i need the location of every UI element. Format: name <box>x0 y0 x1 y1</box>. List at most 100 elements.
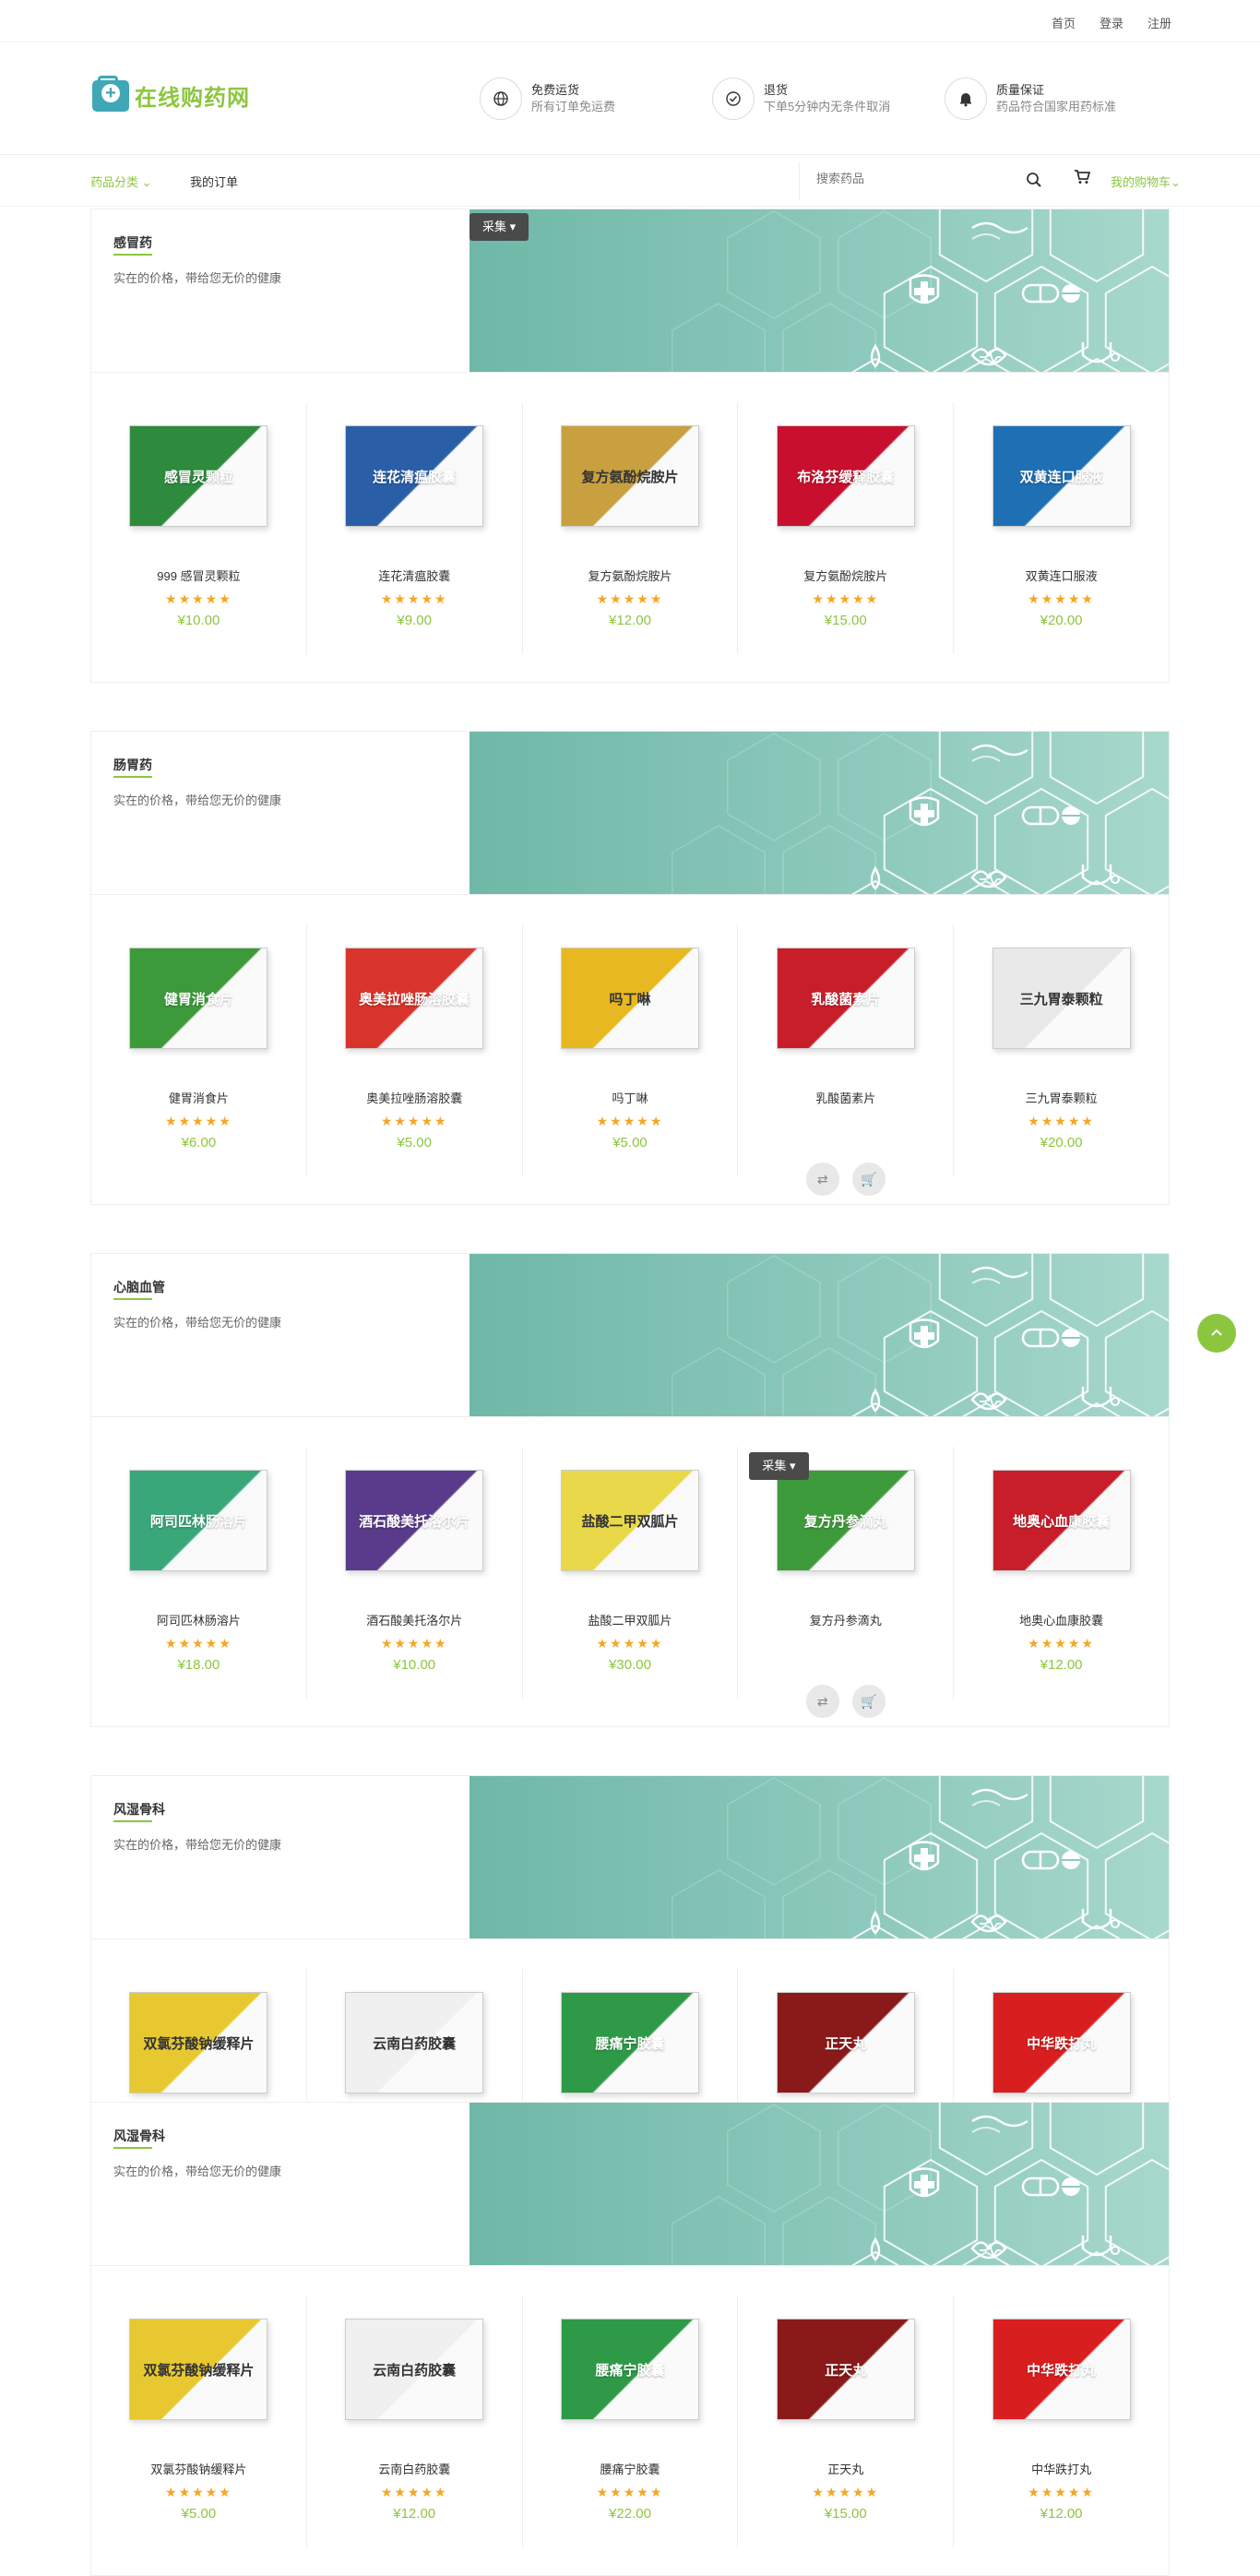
product-image[interactable]: 阿司匹林肠溶片 <box>120 1447 277 1594</box>
product-card[interactable]: 三九胃泰颗粒 三九胃泰颗粒 ★★★★★ ¥20.00 <box>954 924 1169 1176</box>
product-image[interactable]: 布洛芬缓释胶囊 <box>767 402 924 550</box>
product-name[interactable]: 盐酸二甲双胍片 <box>523 1611 738 1628</box>
product-name[interactable]: 复方氨酚烷胺片 <box>738 566 953 584</box>
my-orders-link[interactable]: 我的订单 <box>190 173 238 190</box>
product-image[interactable]: 吗丁啉 <box>552 924 708 1072</box>
product-image[interactable]: 复方氨酚烷胺片 <box>552 402 708 550</box>
rating-stars: ★★★★★ <box>596 1114 664 1128</box>
top-bar: 首页 登录 注册 <box>0 0 1260 42</box>
product-card[interactable]: 正天丸 <box>738 1969 955 2102</box>
product-card[interactable]: 奥美拉唑肠溶胶囊 奥美拉唑肠溶胶囊 ★★★★★ ¥5.00 <box>307 924 523 1176</box>
product-image[interactable]: 地奥心血康胶囊 <box>983 1447 1140 1594</box>
product-card[interactable]: 布洛芬缓释胶囊 复方氨酚烷胺片 ★★★★★ ¥15.00 <box>738 402 955 654</box>
rating-stars: ★★★★★ <box>596 1636 664 1651</box>
rating-stars: ★★★★★ <box>380 1114 448 1128</box>
home-link[interactable]: 首页 <box>1052 14 1076 31</box>
product-image[interactable]: 腰痛宁胶囊 <box>552 1969 708 2102</box>
product-name[interactable]: 腰痛宁胶囊 <box>523 2460 738 2477</box>
product-image[interactable]: 感冒灵颗粒 <box>120 402 277 550</box>
product-name[interactable]: 双氯芬酸钠缓释片 <box>91 2460 306 2477</box>
site-logo[interactable]: 在线购药网 <box>92 75 250 112</box>
product-image[interactable]: 奥美拉唑肠溶胶囊 <box>336 924 493 1072</box>
product-image[interactable]: 云南白药胶囊 <box>336 1969 493 2102</box>
product-card[interactable]: 双黄连口服液 双黄连口服液 ★★★★★ ¥20.00 <box>954 402 1169 654</box>
product-card[interactable]: 酒石酸美托洛尔片 酒石酸美托洛尔片 ★★★★★ ¥10.00 <box>307 1447 523 1699</box>
product-image[interactable]: 中华跌打丸 <box>983 1969 1140 2102</box>
product-section: 肠胃药 实在的价格，带给您无价的健康 健胃消食片 健胃消食片 ★★★★★ ¥6.00 奥美拉… <box>90 731 1170 1205</box>
product-name[interactable]: 复方丹参滴丸 <box>738 1611 953 1628</box>
product-image[interactable]: 正天丸 <box>767 2296 924 2443</box>
product-card[interactable]: 盐酸二甲双胍片 盐酸二甲双胍片 ★★★★★ ¥30.00 <box>523 1447 739 1699</box>
product-card[interactable]: 双氯芬酸钠缓释片 双氯芬酸钠缓释片 ★★★★★ ¥5.00 <box>91 2296 307 2547</box>
back-to-top-button[interactable] <box>1197 1314 1236 1353</box>
product-box-label: 阿司匹林肠溶片 <box>149 1513 247 1530</box>
product-name[interactable]: 奥美拉唑肠溶胶囊 <box>307 1089 522 1106</box>
product-card[interactable]: 中华跌打丸 中华跌打丸 ★★★★★ ¥12.00 <box>954 2296 1169 2547</box>
search-input[interactable] <box>800 162 1003 195</box>
product-image[interactable]: 双黄连口服液 <box>983 402 1140 550</box>
product-card[interactable]: 阿司匹林肠溶片 阿司匹林肠溶片 ★★★★★ ¥18.00 <box>91 1447 307 1699</box>
register-link[interactable]: 注册 <box>1147 14 1171 31</box>
product-card[interactable]: 腰痛宁胶囊 <box>523 1969 739 2102</box>
product-box-label: 酒石酸美托洛尔片 <box>359 1513 470 1530</box>
product-image[interactable]: 中华跌打丸 <box>983 2296 1140 2443</box>
product-name[interactable]: 中华跌打丸 <box>954 2460 1169 2477</box>
product-price: ¥12.00 <box>1040 1657 1083 1673</box>
product-card[interactable]: 腰痛宁胶囊 腰痛宁胶囊 ★★★★★ ¥22.00 <box>523 2296 739 2547</box>
product-image[interactable]: 双氯芬酸钠缓释片 <box>120 2296 277 2443</box>
product-card[interactable]: 云南白药胶囊 云南白药胶囊 ★★★★★ ¥12.00 <box>307 2296 523 2547</box>
product-image[interactable]: 正天丸 <box>767 1969 924 2102</box>
product-price: ¥10.00 <box>393 1657 436 1673</box>
product-card[interactable]: 连花清瘟胶囊 连花清瘟胶囊 ★★★★★ ¥9.00 <box>307 402 523 654</box>
product-name[interactable]: 连花清瘟胶囊 <box>307 566 522 584</box>
add-to-cart-button[interactable]: 🛒 <box>851 1163 886 1196</box>
login-link[interactable]: 登录 <box>1100 14 1123 31</box>
product-image[interactable]: 腰痛宁胶囊 <box>552 2296 708 2443</box>
product-card[interactable]: 健胃消食片 健胃消食片 ★★★★★ ¥6.00 <box>91 924 307 1176</box>
product-name[interactable]: 双黄连口服液 <box>954 566 1169 584</box>
product-name[interactable]: 复方氨酚烷胺片 <box>523 566 738 584</box>
product-image[interactable]: 双氯芬酸钠缓释片 <box>120 1969 277 2102</box>
category-dropdown[interactable]: 药品分类 ⌄ <box>90 173 152 190</box>
compare-button[interactable]: ⇄ <box>805 1685 839 1718</box>
product-name[interactable]: 吗丁啉 <box>523 1089 738 1106</box>
collect-label: 采集 <box>762 1459 787 1473</box>
product-name[interactable]: 地奥心血康胶囊 <box>954 1611 1169 1628</box>
product-card[interactable]: 复方氨酚烷胺片 复方氨酚烷胺片 ★★★★★ ¥12.00 <box>523 402 739 654</box>
product-name[interactable]: 乳酸菌素片 <box>738 1089 953 1106</box>
product-card[interactable]: 云南白药胶囊 <box>307 1969 523 2102</box>
product-box-label: 中华跌打丸 <box>1027 2362 1097 2379</box>
product-card[interactable]: 正天丸 正天丸 ★★★★★ ¥15.00 <box>738 2296 955 2547</box>
add-to-cart-button[interactable]: 🛒 <box>851 1685 886 1718</box>
product-name[interactable]: 云南白药胶囊 <box>307 2460 522 2477</box>
product-card[interactable]: 地奥心血康胶囊 地奥心血康胶囊 ★★★★★ ¥12.00 <box>954 1447 1169 1699</box>
product-card[interactable]: 感冒灵颗粒 999 感冒灵颗粒 ★★★★★ ¥10.00 <box>91 402 307 654</box>
product-name[interactable]: 健胃消食片 <box>91 1089 306 1106</box>
collect-button[interactable]: 采集 ▾ <box>470 213 529 241</box>
my-cart-dropdown[interactable]: 我的购物车⌄ <box>1111 173 1181 190</box>
cart-icon[interactable] <box>1074 170 1091 189</box>
product-card[interactable]: 乳酸菌素片 乳酸菌素片 ⇄ 🛒 <box>738 924 955 1196</box>
product-name[interactable]: 正天丸 <box>738 2460 953 2477</box>
collect-button[interactable]: 采集 ▾ <box>749 1452 809 1480</box>
compare-icon: ⇄ <box>805 1163 839 1196</box>
product-image[interactable]: 乳酸菌素片 <box>767 924 924 1072</box>
product-card[interactable]: 复方丹参滴丸 采集 ▾ 复方丹参滴丸 ⇄ 🛒 <box>738 1447 955 1718</box>
product-image[interactable]: 酒石酸美托洛尔片 <box>336 1447 493 1594</box>
product-box-label: 正天丸 <box>825 2362 867 2379</box>
product-name[interactable]: 三九胃泰颗粒 <box>954 1089 1169 1106</box>
product-card[interactable]: 吗丁啉 吗丁啉 ★★★★★ ¥5.00 <box>523 924 739 1176</box>
product-name[interactable]: 999 感冒灵颗粒 <box>91 566 306 584</box>
search-icon[interactable] <box>1026 172 1042 193</box>
product-image[interactable]: 三九胃泰颗粒 <box>983 924 1140 1072</box>
product-image[interactable]: 盐酸二甲双胍片 <box>552 1447 708 1594</box>
product-image[interactable]: 健胃消食片 <box>120 924 277 1072</box>
product-image[interactable]: 连花清瘟胶囊 <box>336 402 493 550</box>
compare-button[interactable]: ⇄ <box>805 1163 839 1196</box>
product-name[interactable]: 阿司匹林肠溶片 <box>91 1611 306 1628</box>
product-image[interactable]: 云南白药胶囊 <box>336 2296 493 2443</box>
product-actions: ⇄ 🛒 <box>805 1685 886 1718</box>
product-card[interactable]: 双氯芬酸钠缓释片 <box>91 1969 307 2102</box>
product-name[interactable]: 酒石酸美托洛尔片 <box>307 1611 522 1628</box>
product-card[interactable]: 中华跌打丸 <box>954 1969 1169 2102</box>
